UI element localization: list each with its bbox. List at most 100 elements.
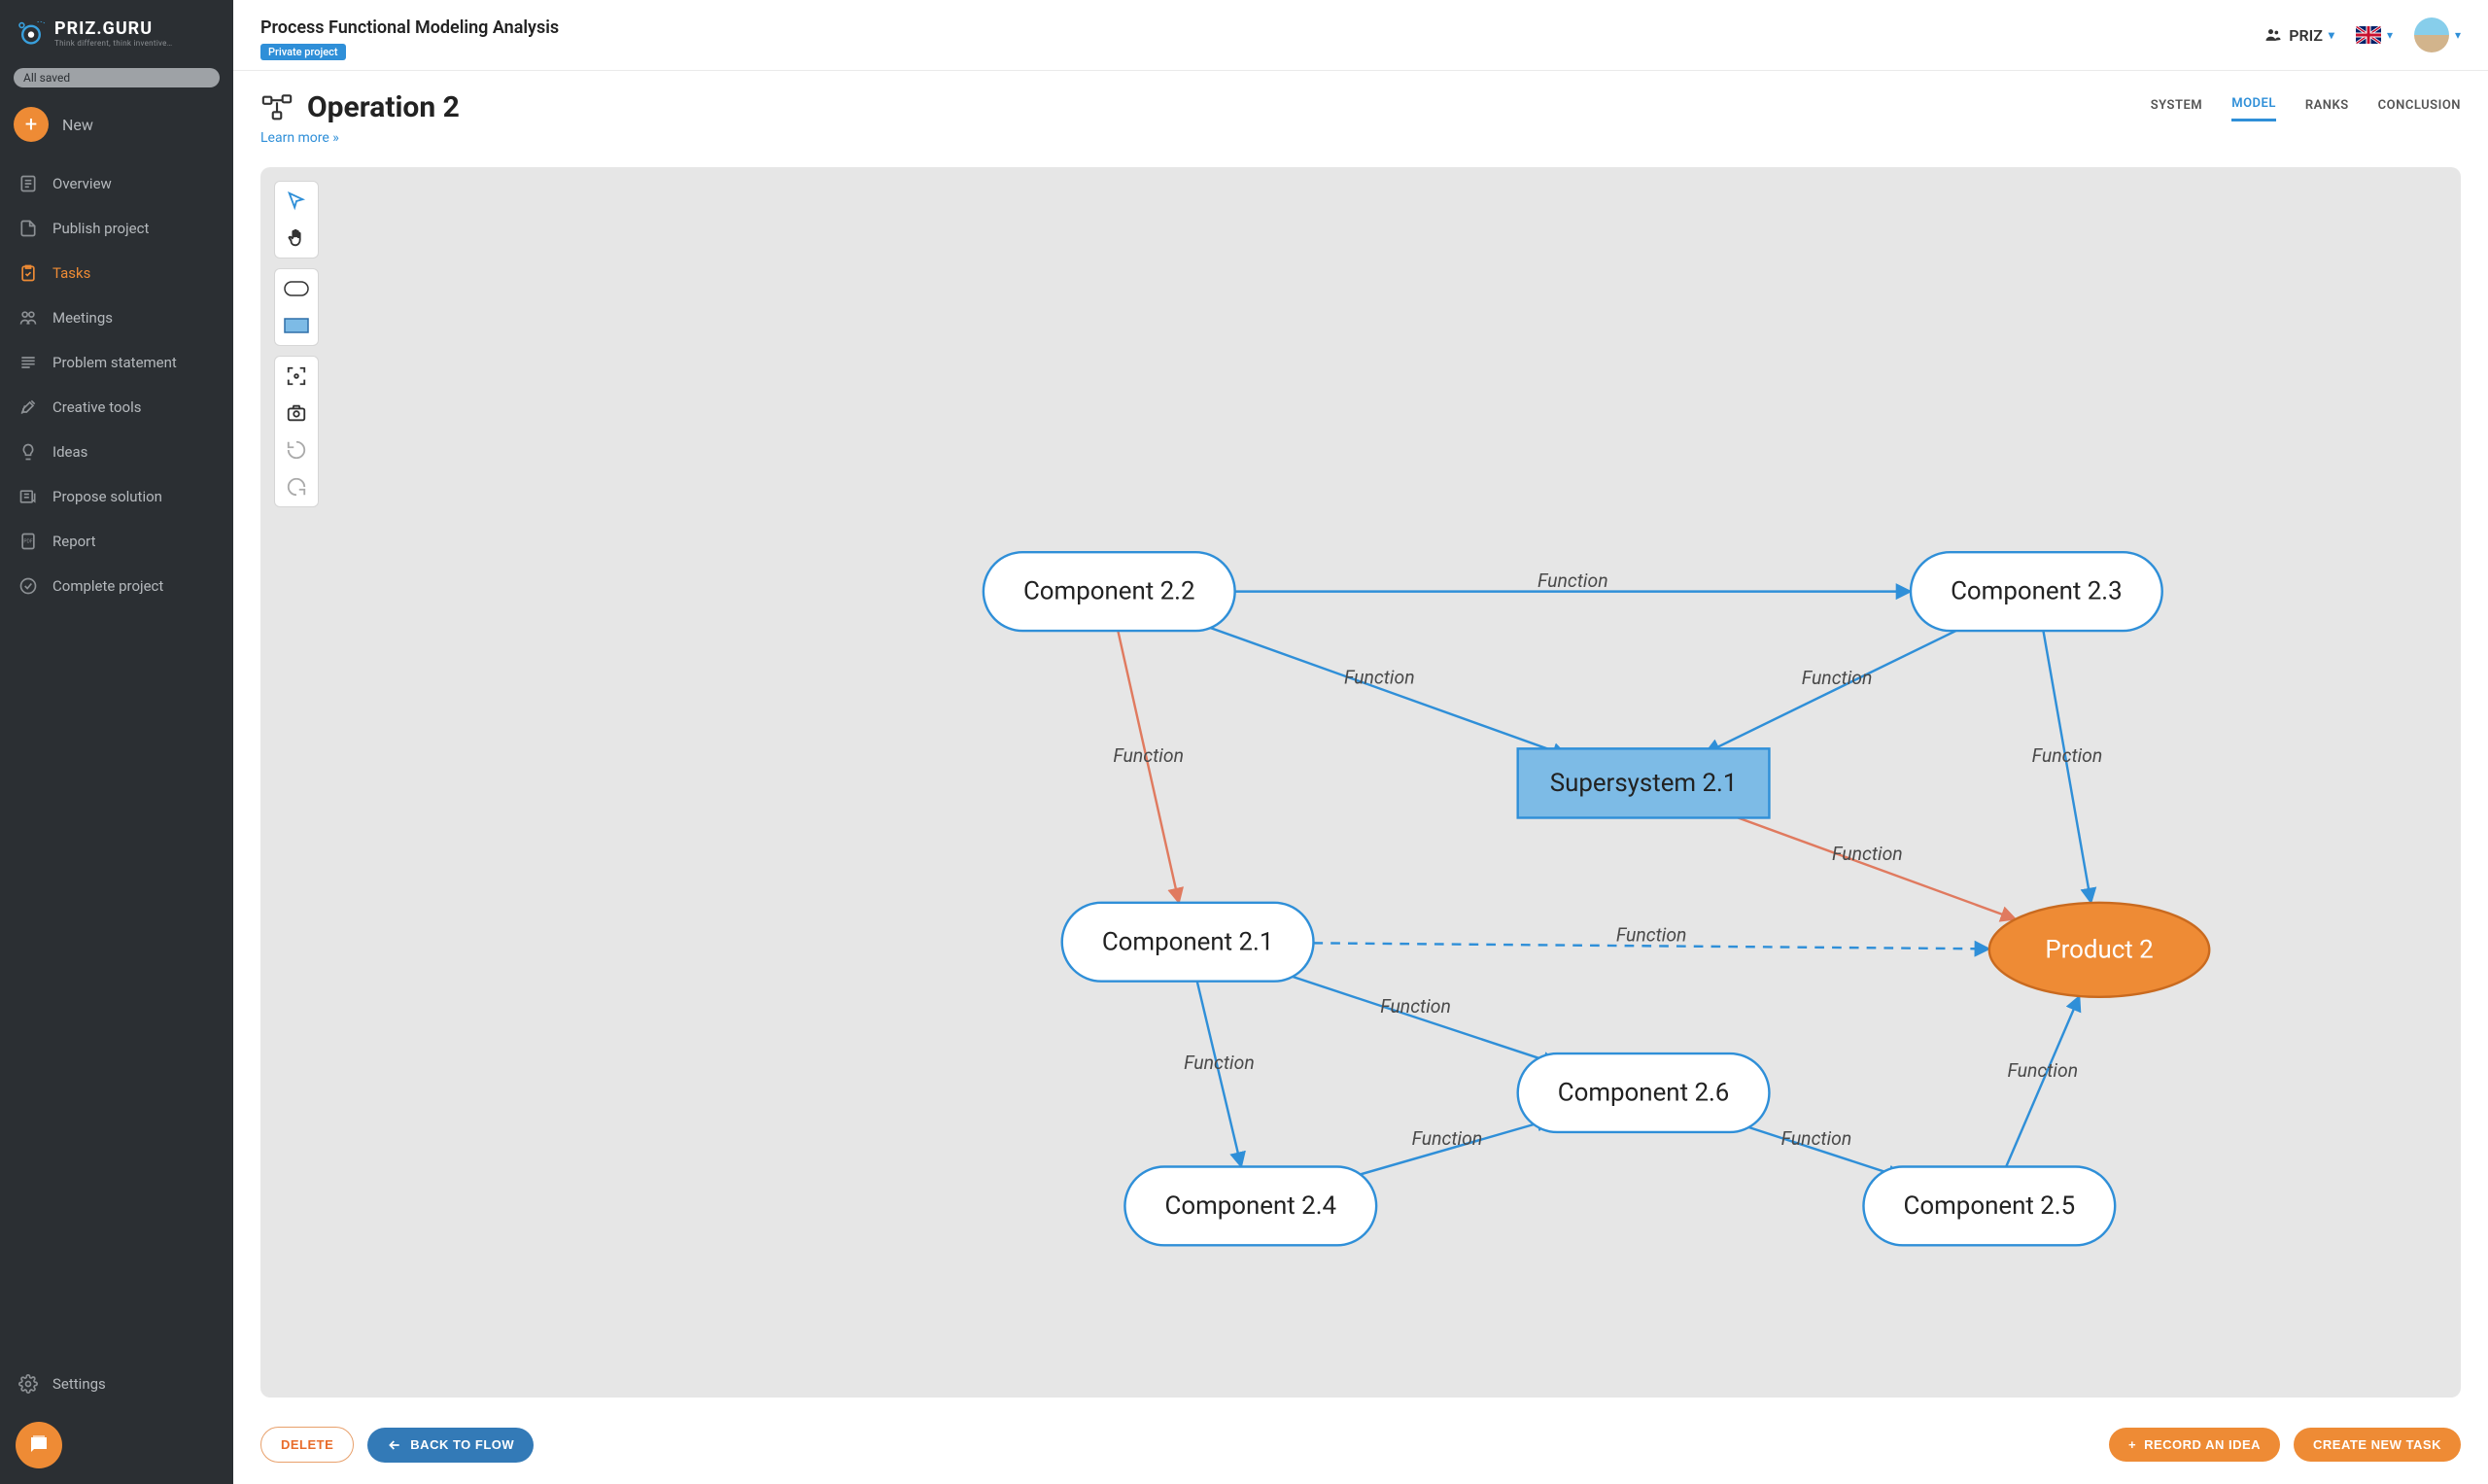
sidebar-item-report[interactable]: PDF Report xyxy=(0,519,233,564)
edge-label: Function xyxy=(1113,744,1184,767)
record-idea-button[interactable]: + RECORD AN IDEA xyxy=(2109,1428,2280,1462)
chevron-down-icon: ▾ xyxy=(2387,28,2393,42)
edge-label: Function xyxy=(1538,569,1608,592)
problem-icon xyxy=(17,352,39,373)
tab-system[interactable]: SYSTEM xyxy=(2151,98,2202,121)
edge-label: Function xyxy=(1781,1127,1852,1150)
sidebar-item-label: Report xyxy=(52,533,96,550)
sidebar-item-settings[interactable]: Settings xyxy=(0,1362,233,1406)
delete-button[interactable]: DELETE xyxy=(260,1427,354,1463)
svg-text:PDF: PDF xyxy=(23,539,32,545)
edge-label: Function xyxy=(2007,1059,2078,1082)
tab-ranks[interactable]: RANKS xyxy=(2305,98,2349,121)
sidebar-item-propose[interactable]: Propose solution xyxy=(0,474,233,519)
logo-subtitle: Think different, think inventive… xyxy=(54,39,172,48)
complete-icon xyxy=(17,575,39,597)
tasks-icon xyxy=(17,262,39,284)
new-button[interactable]: + New xyxy=(14,107,220,142)
user-menu[interactable]: ▾ xyxy=(2414,17,2461,52)
sidebar-item-label: Tasks xyxy=(52,264,90,282)
node-c24[interactable]: Component 2.4 xyxy=(1124,1166,1376,1245)
edge-label: Function xyxy=(2032,744,2103,767)
chevron-down-icon: ▾ xyxy=(2329,28,2334,42)
workspace-name: PRIZ xyxy=(2289,26,2323,45)
sidebar-item-label: Publish project xyxy=(52,220,149,237)
sidebar-item-tasks[interactable]: Tasks xyxy=(0,251,233,295)
people-icon xyxy=(2263,25,2283,45)
publish-icon xyxy=(17,218,39,239)
privacy-badge: Private project xyxy=(260,44,346,60)
tools-icon xyxy=(17,397,39,418)
sidebar-item-label: Problem statement xyxy=(52,354,177,371)
node-label: Supersystem 2.1 xyxy=(1550,769,1738,798)
learn-more-link[interactable]: Learn more » xyxy=(260,130,2151,146)
model-canvas[interactable]: Function Function Function Function Function… xyxy=(260,167,2461,1398)
node-c23[interactable]: Component 2.3 xyxy=(1911,552,2162,631)
sidebar-item-label: Overview xyxy=(52,175,112,192)
tab-model[interactable]: MODEL xyxy=(2231,96,2276,121)
sidebar-item-label: Meetings xyxy=(52,309,113,327)
sidebar-item-label: Ideas xyxy=(52,443,87,461)
tabs: SYSTEM MODEL RANKS CONCLUSION xyxy=(2151,96,2461,121)
edge-label: Function xyxy=(1380,995,1451,1018)
workspace-selector[interactable]: PRIZ ▾ xyxy=(2263,25,2334,45)
create-task-button[interactable]: CREATE NEW TASK xyxy=(2294,1428,2461,1462)
footer-actions: DELETE BACK TO FLOW + RECORD AN IDEA CRE… xyxy=(233,1411,2488,1484)
sidebar-item-publish[interactable]: Publish project xyxy=(0,206,233,251)
overview-icon xyxy=(17,173,39,194)
node-c22[interactable]: Component 2.2 xyxy=(984,552,1235,631)
sidebar-item-meetings[interactable]: Meetings xyxy=(0,295,233,340)
logo-icon xyxy=(16,17,47,49)
sidebar-item-label: Complete project xyxy=(52,577,163,595)
project-title: Process Functional Modeling Analysis xyxy=(260,17,2263,38)
sidebar: PRIZ.GURU Think different, think inventi… xyxy=(0,0,233,1484)
meetings-icon xyxy=(17,307,39,328)
sidebar-item-label: Propose solution xyxy=(52,488,162,505)
report-icon: PDF xyxy=(17,531,39,552)
node-p2[interactable]: Product 2 xyxy=(1989,903,2209,997)
topbar: Process Functional Modeling Analysis Pri… xyxy=(233,0,2488,71)
chat-button[interactable] xyxy=(16,1422,62,1468)
sidebar-item-label: Creative tools xyxy=(52,398,141,416)
node-label: Component 2.2 xyxy=(1023,577,1195,606)
sidebar-item-overview[interactable]: Overview xyxy=(0,161,233,206)
chevron-down-icon: ▾ xyxy=(2455,28,2461,42)
page-title: Operation 2 xyxy=(307,90,460,124)
node-c26[interactable]: Component 2.6 xyxy=(1518,1053,1770,1132)
propose-icon xyxy=(17,486,39,507)
sidebar-item-complete[interactable]: Complete project xyxy=(0,564,233,608)
back-to-flow-button[interactable]: BACK TO FLOW xyxy=(367,1428,534,1463)
node-label: Component 2.1 xyxy=(1102,927,1274,956)
sidebar-item-tools[interactable]: Creative tools xyxy=(0,385,233,430)
sidebar-item-ideas[interactable]: Ideas xyxy=(0,430,233,474)
edge-label: Function xyxy=(1616,924,1687,947)
diagram-svg: Function Function Function Function Function… xyxy=(260,167,2461,1362)
gear-icon xyxy=(17,1373,39,1395)
edge-label: Function xyxy=(1832,843,1903,865)
record-idea-label: RECORD AN IDEA xyxy=(2144,1437,2261,1452)
logo[interactable]: PRIZ.GURU Think different, think inventi… xyxy=(0,0,233,58)
flowchart-icon xyxy=(260,91,294,124)
settings-label: Settings xyxy=(52,1375,106,1393)
node-label: Component 2.3 xyxy=(1951,577,2123,606)
flag-icon xyxy=(2356,26,2381,44)
back-label: BACK TO FLOW xyxy=(410,1437,514,1452)
edge-label: Function xyxy=(1184,1052,1255,1074)
sidebar-item-problem[interactable]: Problem statement xyxy=(0,340,233,385)
plus-icon: + xyxy=(14,107,49,142)
node-ss21[interactable]: Supersystem 2.1 xyxy=(1518,748,1770,817)
page-header: Operation 2 Learn more » SYSTEM MODEL RANK… xyxy=(233,71,2488,154)
saved-badge: All saved xyxy=(14,68,220,87)
language-selector[interactable]: ▾ xyxy=(2356,26,2393,44)
node-c21[interactable]: Component 2.1 xyxy=(1062,903,1314,982)
new-label: New xyxy=(62,116,93,134)
logo-text: PRIZ.GURU xyxy=(54,18,172,39)
node-label: Component 2.4 xyxy=(1165,1191,1337,1221)
tab-conclusion[interactable]: CONCLUSION xyxy=(2378,98,2461,121)
plus-icon: + xyxy=(2128,1437,2136,1452)
arrow-left-icon xyxy=(387,1437,402,1453)
node-c25[interactable]: Component 2.5 xyxy=(1863,1166,2115,1245)
edge-label: Function xyxy=(1412,1127,1483,1150)
node-label: Component 2.5 xyxy=(1904,1191,2076,1221)
ideas-icon xyxy=(17,441,39,463)
